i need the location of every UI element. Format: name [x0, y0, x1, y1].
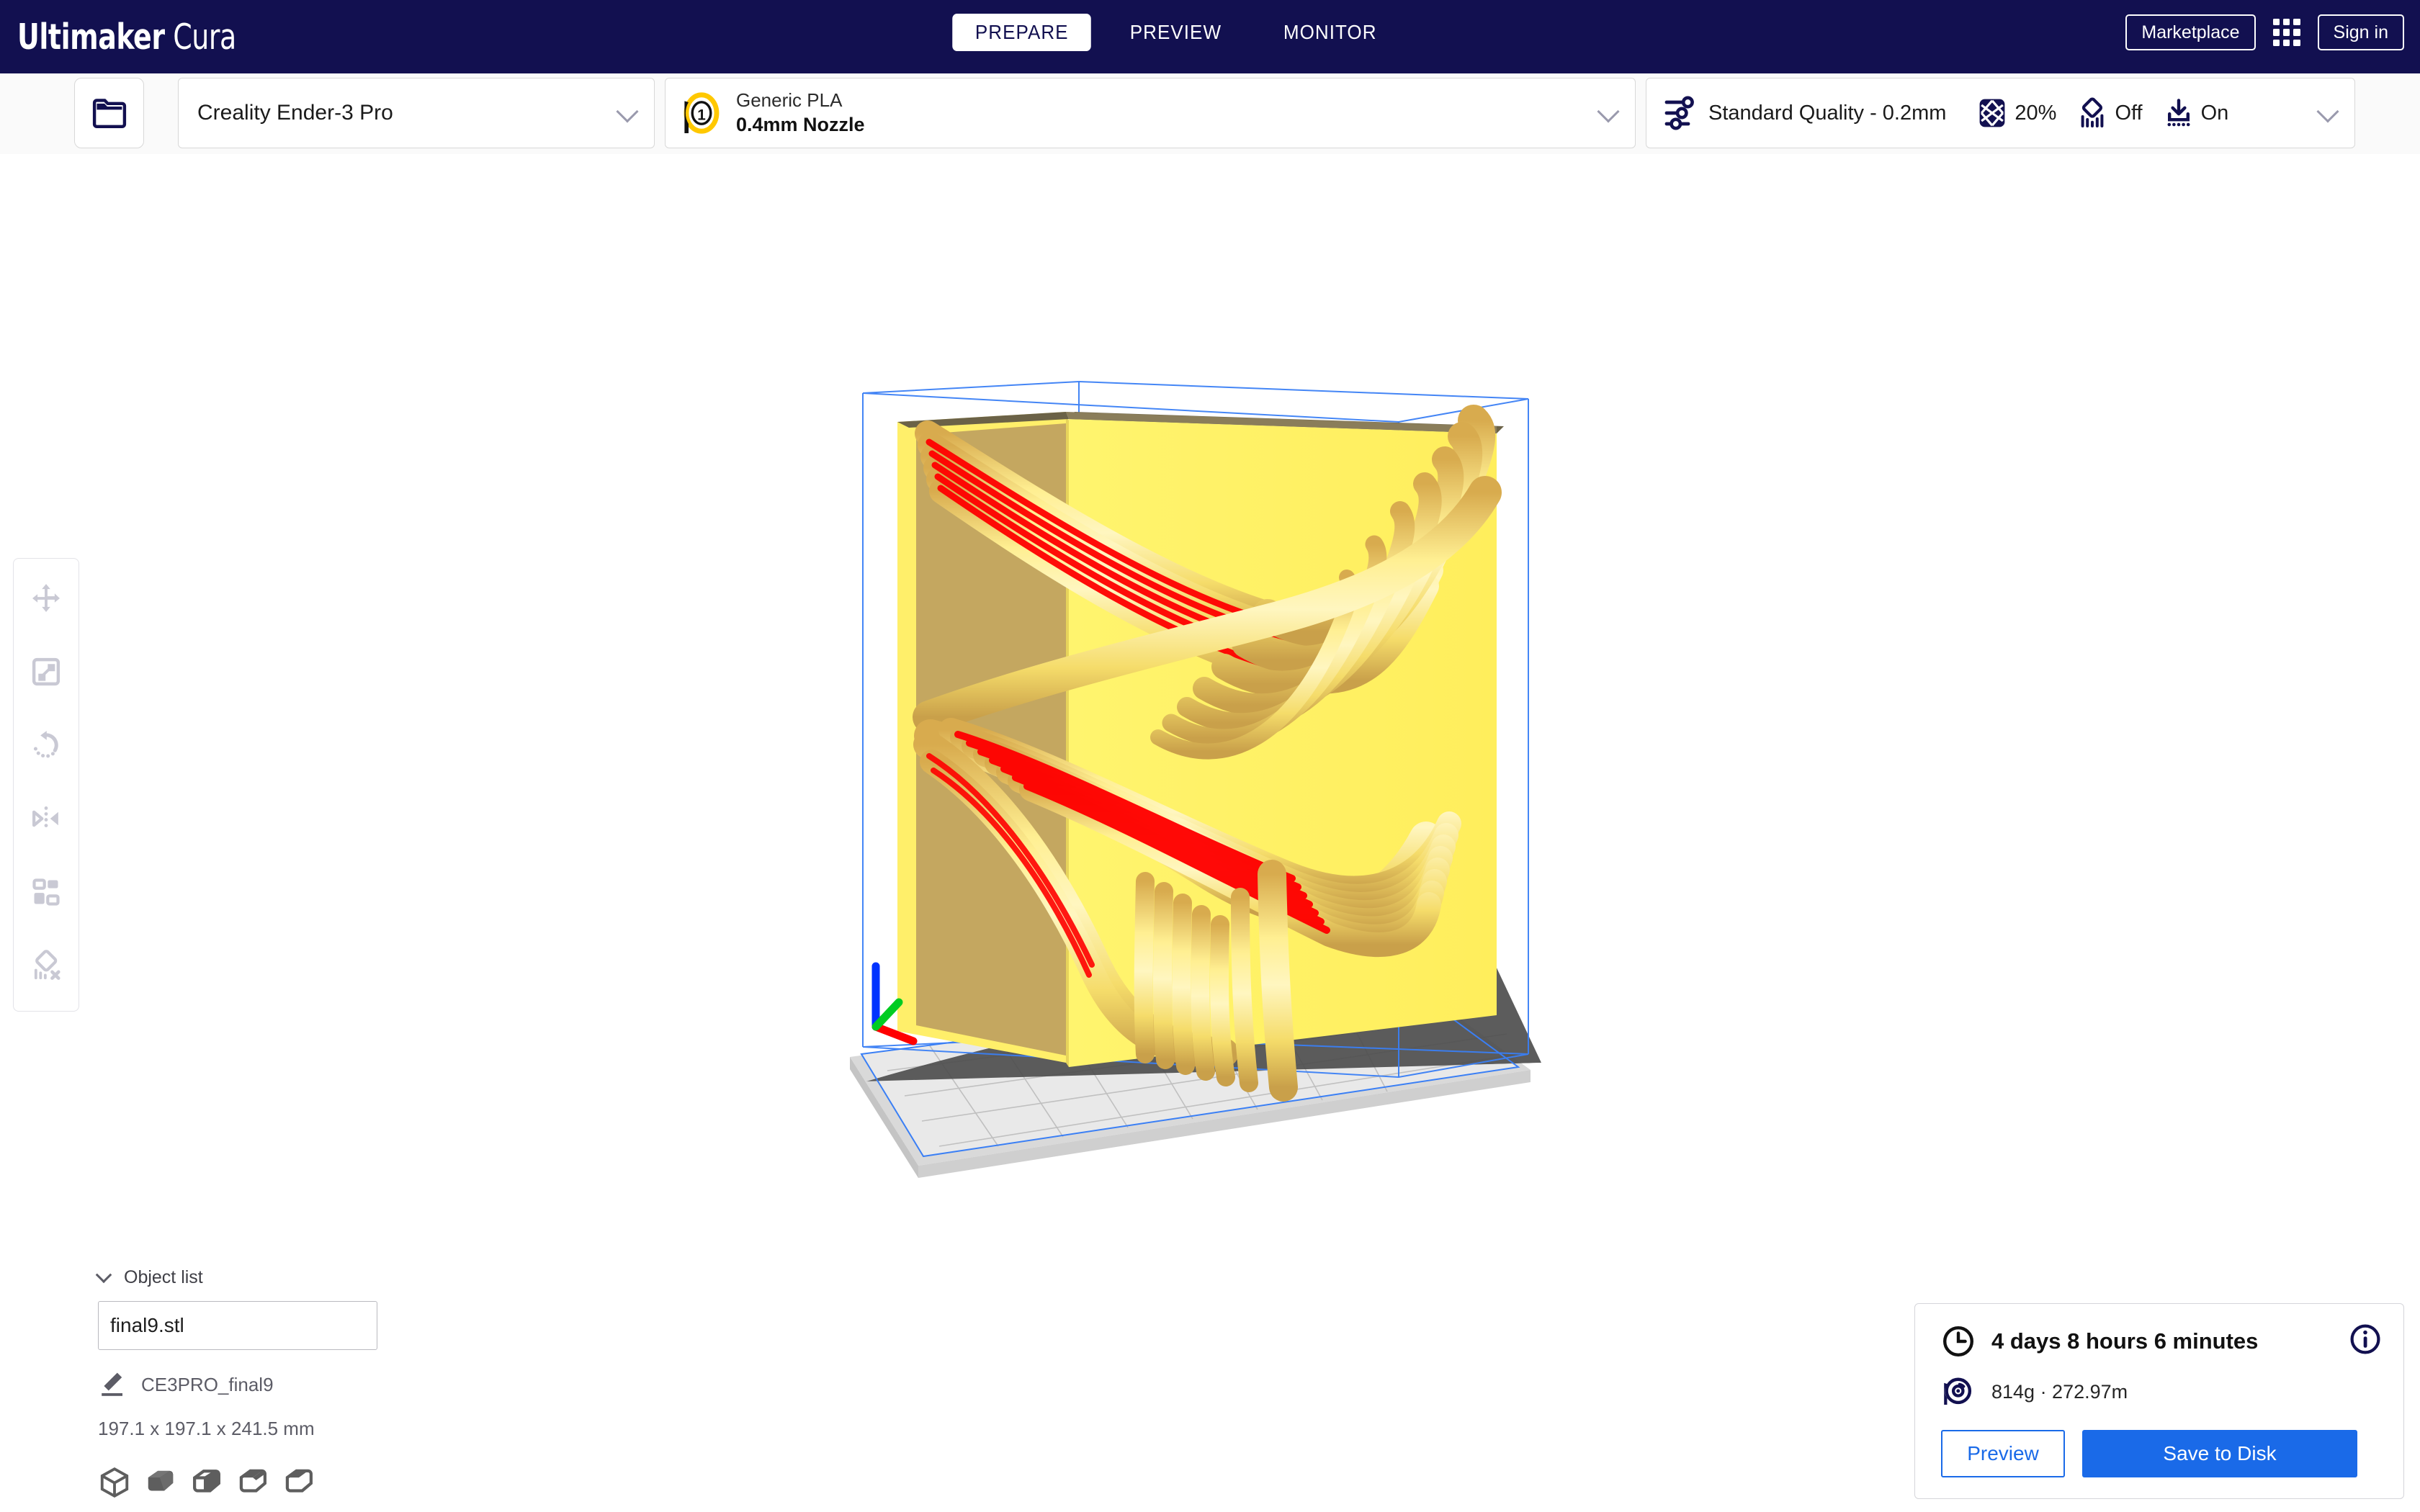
quality-profile-name: Standard Quality - 0.2mm	[1708, 102, 1946, 125]
scale-tool[interactable]	[19, 642, 73, 701]
machine-name: Creality Ender-3 Pro	[197, 101, 393, 125]
mirror-tool[interactable]	[19, 789, 73, 848]
rotate-tool[interactable]	[19, 716, 73, 775]
sign-in-button[interactable]: Sign in	[2318, 14, 2404, 50]
model-dimensions: 197.1 x 197.1 x 241.5 mm	[98, 1418, 400, 1440]
move-arrows-icon	[30, 582, 63, 615]
info-icon[interactable]	[2349, 1323, 2382, 1359]
object-name-input[interactable]	[98, 1301, 377, 1350]
support-blocker-tool[interactable]	[19, 936, 73, 995]
chevron-down-icon	[1597, 100, 1619, 122]
chevron-down-icon	[616, 100, 638, 122]
move-tool[interactable]	[19, 569, 73, 628]
folder-open-icon	[91, 96, 128, 130]
support-value: Off	[2115, 102, 2142, 125]
clock-icon	[1941, 1324, 1976, 1359]
scale-icon	[30, 655, 63, 688]
extruder-icon: 1	[683, 92, 720, 134]
open-file-button[interactable]	[74, 78, 144, 148]
pencil-icon	[98, 1370, 127, 1399]
material-info: Generic PLA 0.4mm Nozzle	[736, 89, 865, 138]
app-logo: Ultimaker Cura	[17, 17, 236, 58]
view-top-icon[interactable]	[236, 1466, 269, 1499]
view-side-icon[interactable]	[282, 1466, 315, 1499]
logo-ultimaker: Ultimaker	[17, 17, 165, 58]
spool-icon	[1941, 1375, 1974, 1408]
support-blocker-icon	[30, 949, 63, 982]
sliders-icon	[1664, 95, 1697, 131]
print-job-card: 4 days 8 hours 6 minutes 814g · 272.97m …	[1914, 1303, 2404, 1499]
support-icon	[2078, 97, 2107, 129]
machine-selector[interactable]: Creality Ender-3 Pro	[178, 78, 655, 148]
view-xray-icon[interactable]	[190, 1466, 223, 1499]
header-actions: Marketplace Sign in	[2125, 14, 2404, 50]
main-tabs: PREPARE PREVIEW MONITOR	[947, 14, 1405, 51]
tab-preview[interactable]: PREVIEW	[1108, 14, 1245, 51]
cura-application: Ultimaker Cura PREPARE PREVIEW MONITOR M…	[0, 0, 2420, 1512]
rotate-icon	[30, 729, 63, 762]
object-list-header[interactable]: Object list	[98, 1267, 400, 1288]
print-settings-selector[interactable]: Standard Quality - 0.2mm 20%	[1646, 78, 2355, 148]
view-solid-icon[interactable]	[144, 1466, 177, 1499]
camera-view-buttons	[98, 1466, 400, 1499]
apps-grid-icon[interactable]	[2273, 19, 2300, 46]
per-model-settings-icon	[30, 876, 63, 909]
view-isometric-icon[interactable]	[98, 1466, 131, 1499]
adhesion-value: On	[2201, 102, 2229, 125]
chevron-down-icon	[96, 1266, 112, 1283]
infill-value: 20%	[2015, 102, 2056, 125]
extruder-badge: 1	[683, 92, 720, 134]
svg-text:1: 1	[697, 107, 706, 124]
print-time-row: 4 days 8 hours 6 minutes	[1941, 1323, 2382, 1359]
model-toolbar	[13, 558, 79, 1012]
chevron-down-icon	[2316, 100, 2339, 122]
infill-icon	[1978, 97, 2007, 129]
tab-monitor[interactable]: MONITOR	[1261, 14, 1400, 51]
active-profile-name: CE3PRO_final9	[141, 1374, 274, 1396]
settings-bar: Creality Ender-3 Pro 1 Generic PLA 0.4mm…	[0, 73, 2420, 154]
adhesion-icon	[2164, 97, 2193, 129]
material-usage-value: 814g · 272.97m	[1991, 1381, 2128, 1403]
adhesion-summary: On	[2164, 97, 2229, 129]
job-card-actions: Preview Save to Disk	[1941, 1430, 2382, 1477]
app-header: Ultimaker Cura PREPARE PREVIEW MONITOR M…	[0, 0, 2420, 73]
print-time-value: 4 days 8 hours 6 minutes	[1991, 1328, 2258, 1354]
save-to-disk-button[interactable]: Save to Disk	[2082, 1430, 2357, 1477]
material-name: Generic PLA	[736, 89, 865, 112]
nozzle-size: 0.4mm Nozzle	[736, 112, 865, 138]
preview-button[interactable]: Preview	[1941, 1430, 2065, 1477]
object-list-title: Object list	[124, 1267, 203, 1288]
support-summary: Off	[2078, 97, 2142, 129]
object-list-panel: Object list CE3PRO_final9 197.1 x 197.1 …	[98, 1267, 400, 1499]
material-selector[interactable]: 1 Generic PLA 0.4mm Nozzle	[665, 78, 1636, 148]
marketplace-button[interactable]: Marketplace	[2125, 14, 2255, 50]
mirror-icon	[30, 802, 63, 835]
active-profile-row[interactable]: CE3PRO_final9	[98, 1370, 400, 1399]
tab-prepare[interactable]: PREPARE	[952, 14, 1091, 51]
material-usage-row: 814g · 272.97m	[1941, 1375, 2382, 1408]
per-model-settings-tool[interactable]	[19, 863, 73, 922]
logo-cura: Cura	[173, 17, 236, 58]
infill-summary: 20%	[1978, 97, 2056, 129]
